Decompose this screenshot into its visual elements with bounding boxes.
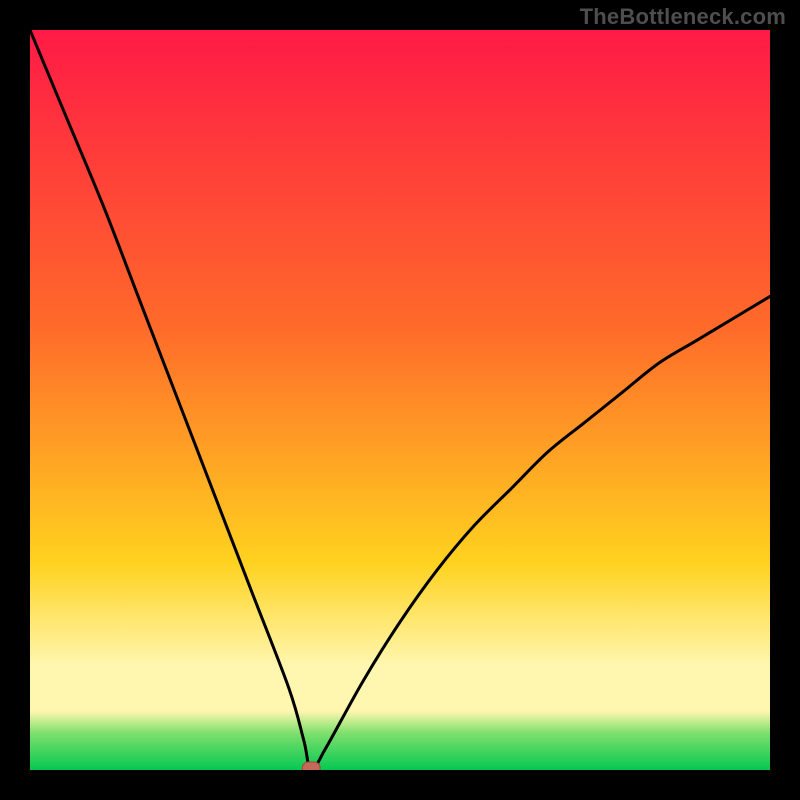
plot-area xyxy=(30,30,770,770)
gradient-rect xyxy=(30,30,770,770)
optimal-marker xyxy=(302,762,320,770)
stage: TheBottleneck.com xyxy=(0,0,800,800)
chart-svg xyxy=(30,30,770,770)
watermark-text: TheBottleneck.com xyxy=(580,4,786,30)
